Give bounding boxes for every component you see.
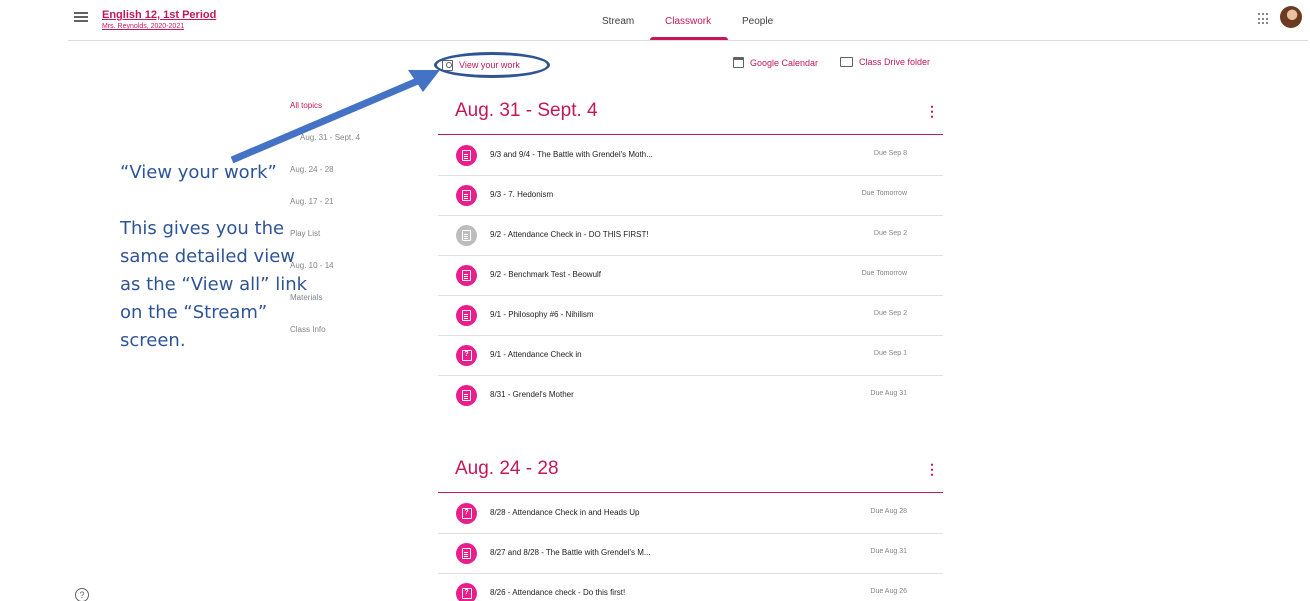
topic-play-list[interactable]: Play List xyxy=(290,229,320,238)
topic-materials[interactable]: Materials xyxy=(290,293,322,302)
due-date: Due Aug 31 xyxy=(870,390,907,397)
annotation-heading: “View your work” xyxy=(120,162,277,183)
assignment-icon xyxy=(456,543,477,564)
topic-heading: Aug. 31 - Sept. 4 xyxy=(455,100,598,121)
due-date: Due Sep 2 xyxy=(873,310,907,317)
classwork-title: 8/26 - Attendance check - Do this first! xyxy=(490,588,626,597)
question-icon: ? xyxy=(456,503,477,524)
due-date: Due Sep 8 xyxy=(873,150,907,157)
due-date: Due Aug 31 xyxy=(870,548,907,555)
classwork-item[interactable]: 8/27 and 8/28 - The Battle with Grendel'… xyxy=(438,534,943,574)
classwork-title: 9/2 - Attendance Check in - DO THIS FIRS… xyxy=(490,230,649,239)
assignment-icon xyxy=(456,185,477,206)
classwork-item[interactable]: 8/31 - Grendel's Mother Due Aug 31 xyxy=(438,376,943,416)
classwork-item[interactable]: 9/2 - Benchmark Test - Beowulf Due Tomor… xyxy=(438,256,943,296)
assignment-icon xyxy=(456,385,477,406)
due-date: Due Sep 1 xyxy=(873,350,907,357)
classwork-title: 9/3 and 9/4 - The Battle with Grendel's … xyxy=(490,150,653,159)
topic-aug-10-14[interactable]: Aug. 10 - 14 xyxy=(290,261,334,270)
classwork-item[interactable]: 9/1 - Philosophy #6 - Nihilism Due Sep 2 xyxy=(438,296,943,336)
annotation-line: This gives you the xyxy=(120,218,285,239)
classwork-item[interactable]: 9/3 - 7. Hedonism Due Tomorrow xyxy=(438,176,943,216)
annotation-line: as the “View all” link xyxy=(120,274,308,295)
classwork-title: 8/28 - Attendance Check in and Heads Up xyxy=(490,508,640,517)
classwork-title: 9/2 - Benchmark Test - Beowulf xyxy=(490,270,602,279)
due-date: Due Sep 2 xyxy=(873,230,907,237)
topic-class-info[interactable]: Class Info xyxy=(290,325,326,334)
more-vert-icon[interactable]: ⋮ xyxy=(925,461,939,478)
topic-divider xyxy=(438,492,943,493)
topic-all-topics[interactable]: All topics xyxy=(290,101,322,110)
classwork-item[interactable]: ? 8/28 - Attendance Check in and Heads U… xyxy=(438,494,943,534)
due-date: Due Aug 26 xyxy=(870,588,907,595)
more-vert-icon[interactable]: ⋮ xyxy=(925,103,939,120)
assignment-icon xyxy=(456,265,477,286)
topic-aug-31-sept-4[interactable]: Aug. 31 - Sept. 4 xyxy=(300,133,360,142)
classwork-item[interactable]: ? 9/1 - Attendance Check in Due Sep 1 xyxy=(438,336,943,376)
annotation-line: screen. xyxy=(120,330,186,351)
due-date: Due Tomorrow xyxy=(861,270,907,277)
classwork-item[interactable]: ? 8/26 - Attendance check - Do this firs… xyxy=(438,574,943,601)
topic-heading: Aug. 24 - 28 xyxy=(455,458,559,479)
classwork-title: 8/27 and 8/28 - The Battle with Grendel'… xyxy=(490,548,651,557)
annotation-line: same detailed view xyxy=(120,246,295,267)
topic-aug-24-28[interactable]: Aug. 24 - 28 xyxy=(290,165,334,174)
help-icon[interactable]: ? xyxy=(75,588,89,601)
assignment-icon xyxy=(456,305,477,326)
question-icon: ? xyxy=(456,583,477,601)
topic-divider xyxy=(438,134,943,135)
classwork-title: 9/1 - Philosophy #6 - Nihilism xyxy=(490,310,594,319)
question-icon: ? xyxy=(456,345,477,366)
due-date: Due Tomorrow xyxy=(861,190,907,197)
classwork-item[interactable]: 9/3 and 9/4 - The Battle with Grendel's … xyxy=(438,136,943,176)
due-date: Due Aug 28 xyxy=(870,508,907,515)
classwork-title: 9/3 - 7. Hedonism xyxy=(490,190,554,199)
annotation-line: on the “Stream” xyxy=(120,302,268,323)
topic-aug-17-21[interactable]: Aug. 17 - 21 xyxy=(290,197,334,206)
classwork-item[interactable]: 9/2 - Attendance Check in - DO THIS FIRS… xyxy=(438,216,943,256)
classwork-title: 8/31 - Grendel's Mother xyxy=(490,390,574,399)
assignment-icon xyxy=(456,145,477,166)
assignment-icon xyxy=(456,225,477,246)
classwork-title: 9/1 - Attendance Check in xyxy=(490,350,582,359)
